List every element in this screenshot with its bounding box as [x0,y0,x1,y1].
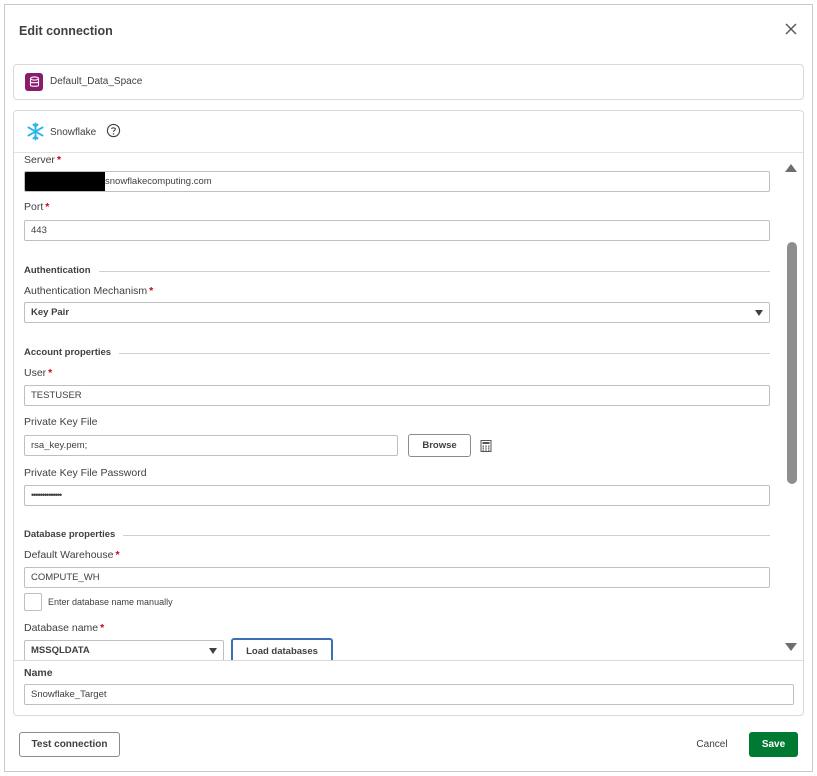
edit-connection-dialog: Edit connection Default_Data_Space Snowf… [4,4,813,772]
port-input[interactable]: 443 [24,220,770,241]
private-key-password-input[interactable]: •••••••••••••• [24,485,770,506]
name-input[interactable]: Snowflake_Target [24,684,794,705]
port-label: Port * [24,201,50,213]
space-card: Default_Data_Space [13,64,804,100]
save-button[interactable]: Save [749,732,798,757]
name-label: Name [24,667,53,679]
connection-card: Snowflake Server * snowflakecomputing.com… [13,110,804,716]
close-icon[interactable] [784,22,798,36]
section-divider [24,271,770,272]
auth-mechanism-label: Authentication Mechanism * [24,285,154,297]
section-divider [24,353,770,354]
database-name-label: Database name * [24,622,105,634]
browse-button[interactable]: Browse [408,434,471,457]
connector-name: Snowflake [50,127,97,138]
cancel-button[interactable]: Cancel [685,732,739,757]
section-title: Authentication [24,265,99,276]
private-key-file-input[interactable]: rsa_key.pem; [24,435,398,456]
connection-form-scroll[interactable]: Server * snowflakecomputing.com Port * 443… [14,154,803,660]
redacted-block [25,172,105,191]
manual-db-checkbox[interactable] [24,593,42,611]
snowflake-icon [27,122,44,141]
scroll-down-arrow[interactable] [785,643,797,651]
test-connection-button[interactable]: Test connection [19,732,120,757]
database-icon [25,73,43,91]
manual-db-label: Enter database name manually [48,597,173,607]
database-name-select[interactable]: MSSQLDATA [24,640,224,660]
scroll-up-arrow[interactable] [785,164,797,172]
section-title: Account properties [24,347,120,358]
server-label: Server * [24,154,62,166]
section-divider [24,535,770,536]
connector-header: Snowflake [14,111,803,153]
divider [14,660,803,661]
dialog-title: Edit connection [19,24,113,38]
default-warehouse-label: Default Warehouse * [24,549,120,561]
default-warehouse-input[interactable]: COMPUTE_WH [24,567,770,588]
auth-mechanism-select[interactable]: Key Pair [24,302,770,323]
private-key-password-label: Private Key File Password [24,467,147,479]
database-section: Database properties [24,529,770,541]
section-title: Database properties [24,529,124,540]
load-databases-button[interactable]: Load databases [231,638,333,660]
chevron-down-icon [755,310,763,316]
server-input[interactable]: snowflakecomputing.com [24,171,770,192]
private-key-file-label: Private Key File [24,416,98,428]
user-input[interactable]: TESTUSER [24,385,770,406]
account-section: Account properties [24,347,770,359]
calculator-icon[interactable] [480,440,492,452]
user-label: User * [24,367,53,379]
authentication-section: Authentication [24,265,770,277]
scrollbar-thumb[interactable] [787,242,797,484]
space-name: Default_Data_Space [50,76,143,87]
help-icon[interactable] [106,123,121,138]
chevron-down-icon [209,648,217,654]
